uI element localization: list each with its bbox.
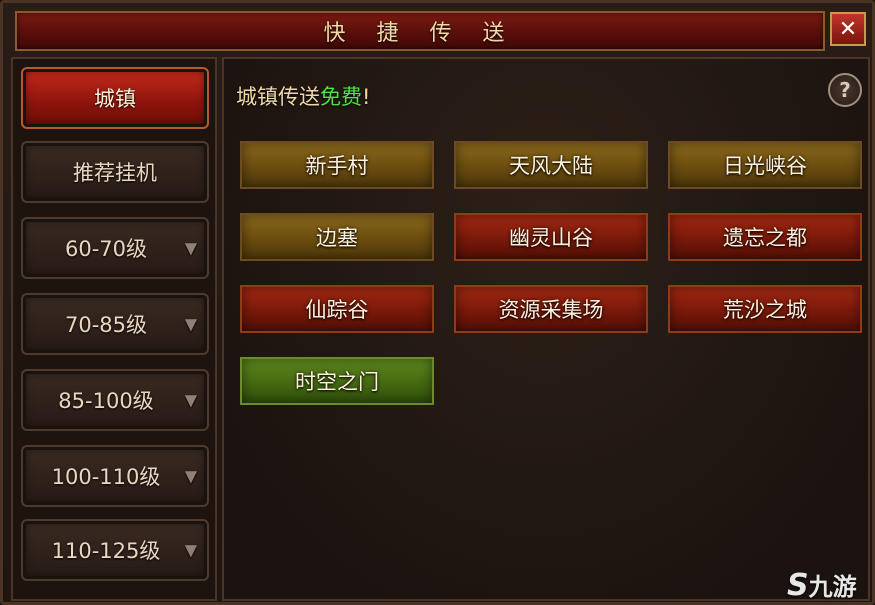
category-sidebar: 城镇 推荐挂机 60-70级 ▼ 70-85级 ▼ 85-100级 ▼ 100-… [11,57,217,601]
destination-label: 新手村 [305,154,369,178]
destination-button-resource-field[interactable]: 资源采集场 [454,285,648,333]
notice-text: 城镇传送 [236,85,320,109]
sidebar-item-label: 城镇 [94,87,136,111]
sidebar-item-label: 推荐挂机 [73,161,157,185]
teleport-window: 快 捷 传 送 ✕ 城镇 推荐挂机 60-70级 ▼ 70-85级 ▼ 85-1… [0,0,875,605]
sidebar-item-town[interactable]: 城镇 [21,67,209,129]
destination-button-tianfeng-continent[interactable]: 天风大陆 [454,141,648,189]
sidebar-item-label: 85-100级 [58,389,154,413]
destination-label: 天风大陆 [509,154,593,178]
window-title: 快 捷 传 送 [323,21,517,46]
sidebar-item-level-60-70[interactable]: 60-70级 ▼ [21,217,209,279]
sidebar-item-label: 110-125级 [51,539,161,563]
title-bar: 快 捷 传 送 [15,11,825,51]
dropdown-arrow-icon: ▼ [184,390,197,410]
dropdown-arrow-icon: ▼ [184,466,197,486]
destination-button-ghost-valley[interactable]: 幽灵山谷 [454,213,648,261]
destination-button-forgotten-capital[interactable]: 遗忘之都 [668,213,862,261]
destination-button-sunlight-canyon[interactable]: 日光峡谷 [668,141,862,189]
destination-label: 边塞 [316,226,358,250]
destination-label: 仙踪谷 [305,298,369,322]
sidebar-item-level-100-110[interactable]: 100-110级 ▼ [21,445,209,507]
destination-panel: 城镇传送免费! ? 新手村 天风大陆 日光峡谷 边塞 幽灵山谷 遗忘之都 仙踪谷… [222,57,870,601]
close-icon: ✕ [838,16,858,42]
free-label: 免费 [320,85,362,109]
sidebar-item-level-110-125[interactable]: 110-125级 ▼ [21,519,209,581]
sidebar-item-level-70-85[interactable]: 70-85级 ▼ [21,293,209,355]
destination-button-newbie-village[interactable]: 新手村 [240,141,434,189]
watermark-logo: S九游 [787,567,857,603]
free-teleport-notice: 城镇传送免费! [236,81,370,111]
dropdown-arrow-icon: ▼ [184,314,197,334]
watermark-glyph: S [787,568,809,603]
notice-exclamation: ! [362,85,371,109]
sidebar-item-level-85-100[interactable]: 85-100级 ▼ [21,369,209,431]
destination-label: 时空之门 [295,370,379,394]
destination-label: 荒沙之城 [723,298,807,322]
sidebar-item-label: 60-70级 [64,237,148,261]
destination-label: 日光峡谷 [723,154,807,178]
destination-button-fairy-valley[interactable]: 仙踪谷 [240,285,434,333]
dropdown-arrow-icon: ▼ [184,540,197,560]
destination-button-spacetime-gate[interactable]: 时空之门 [240,357,434,405]
watermark-text: 九游 [808,573,857,601]
help-icon[interactable]: ? [828,73,862,107]
sidebar-item-label: 100-110级 [51,465,161,489]
destination-label: 遗忘之都 [723,226,807,250]
destination-button-frontier[interactable]: 边塞 [240,213,434,261]
destination-button-desert-city[interactable]: 荒沙之城 [668,285,862,333]
sidebar-item-label: 70-85级 [64,313,148,337]
close-button[interactable]: ✕ [830,12,866,46]
dropdown-arrow-icon: ▼ [184,238,197,258]
help-glyph: ? [839,78,851,102]
sidebar-item-recommended-idle[interactable]: 推荐挂机 [21,141,209,203]
destination-label: 幽灵山谷 [509,226,593,250]
destination-label: 资源采集场 [498,298,604,322]
